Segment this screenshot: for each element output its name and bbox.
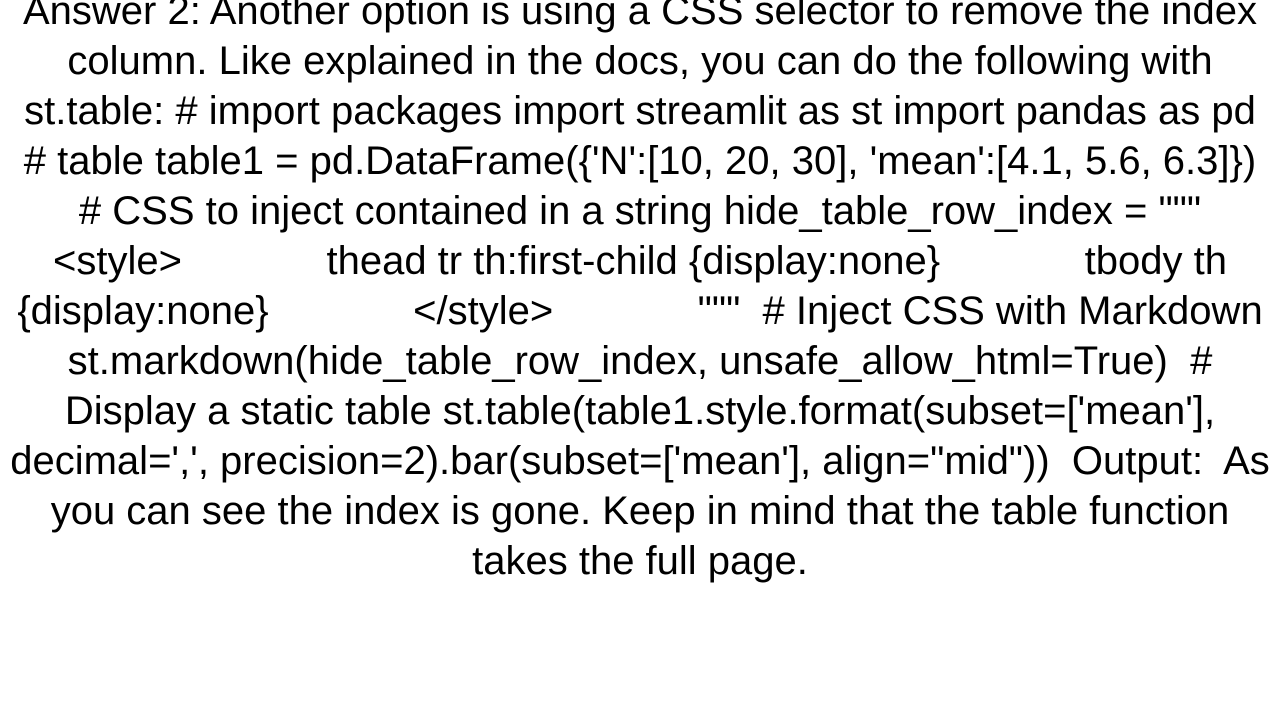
answer-text: Answer 2: Another option is using a CSS … bbox=[6, 0, 1274, 586]
document-body: Answer 2: Another option is using a CSS … bbox=[0, 0, 1280, 720]
